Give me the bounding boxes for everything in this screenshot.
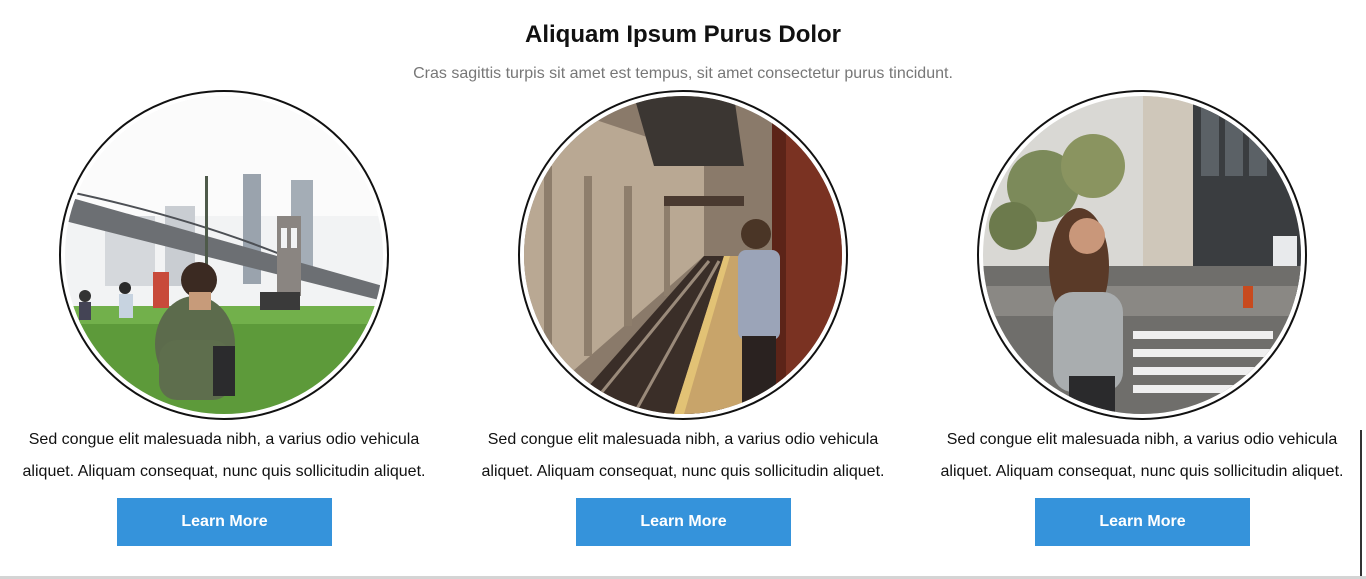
feature-card: Sed congue elit malesuada nibh, a varius… (922, 90, 1362, 550)
subway-platform-photo (524, 96, 842, 414)
scroll-edge (1360, 430, 1362, 579)
photo-frame (59, 90, 389, 420)
feature-section: Aliquam Ipsum Purus Dolor Cras sagittis … (0, 0, 1366, 579)
section-subtitle: Cras sagittis turpis sit amet est tempus… (413, 65, 953, 82)
card-description: Sed congue elit malesuada nibh, a varius… (481, 431, 885, 480)
park-bridge-photo (65, 96, 383, 414)
feature-card: Sed congue elit malesuada nibh, a varius… (4, 90, 444, 550)
photo-frame (518, 90, 848, 420)
card-description: Sed congue elit malesuada nibh, a varius… (22, 431, 426, 480)
learn-more-button[interactable]: Learn More (576, 498, 791, 546)
photo-frame (977, 90, 1307, 420)
section-title: Aliquam Ipsum Purus Dolor (524, 21, 842, 48)
learn-more-button[interactable]: Learn More (117, 498, 332, 546)
card-description: Sed congue elit malesuada nibh, a varius… (940, 431, 1344, 480)
feature-card: Sed congue elit malesuada nibh, a varius… (463, 90, 903, 550)
learn-more-button[interactable]: Learn More (1035, 498, 1250, 546)
street-crossing-photo (983, 96, 1301, 414)
